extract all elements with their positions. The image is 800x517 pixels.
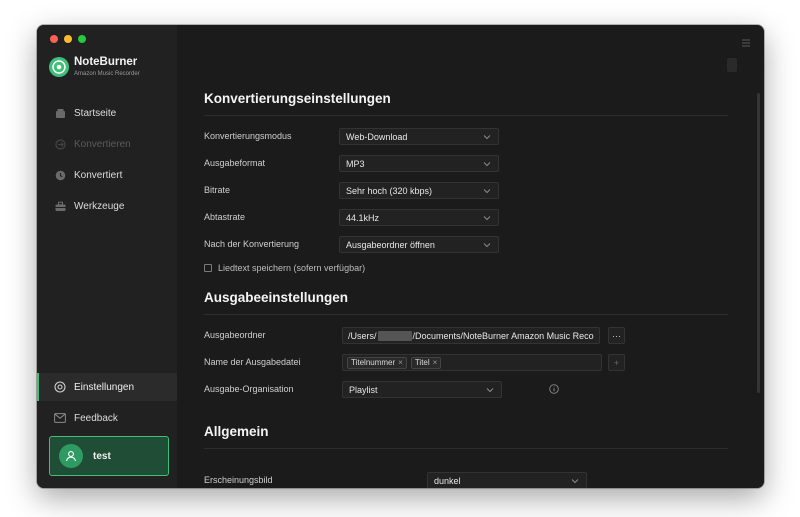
chevron-down-icon — [483, 189, 491, 194]
scrollbar[interactable] — [757, 93, 760, 393]
output-folder-input[interactable]: /Users/ /Documents/NoteBurner Amazon Mus… — [342, 327, 600, 344]
select-value: Ausgabeordner öffnen — [346, 239, 435, 250]
user-icon — [65, 451, 77, 462]
output-organization-select[interactable]: Playlist — [342, 381, 502, 398]
window-controls — [50, 35, 86, 43]
chevron-down-icon — [483, 243, 491, 248]
chevron-down-icon — [486, 388, 494, 393]
output-format-select[interactable]: MP3 — [339, 155, 499, 172]
after-conversion-label: Nach der Konvertierung — [204, 239, 300, 249]
add-tag-button[interactable]: + — [608, 354, 625, 371]
sidebar-item-konvertiert[interactable]: Konvertiert — [37, 161, 177, 189]
after-conversion-select[interactable]: Ausgabeordner öffnen — [339, 236, 499, 253]
output-settings-title: Ausgabeeinstellungen — [204, 290, 349, 305]
home-icon — [53, 106, 67, 120]
general-settings-title: Allgemein — [204, 424, 269, 439]
sidebar-item-label: Werkzeuge — [74, 200, 125, 212]
app-window: NoteBurner Amazon Music Recorder Startse… — [37, 25, 764, 488]
sidebar-item-startseite[interactable]: Startseite — [37, 99, 177, 127]
output-format-label: Ausgabeformat — [204, 158, 266, 168]
chevron-down-icon — [571, 479, 579, 484]
select-value: MP3 — [346, 158, 365, 169]
convert-icon — [53, 137, 67, 151]
gear-icon — [53, 380, 67, 394]
sidebar-item-label: Einstellungen — [74, 381, 135, 393]
output-filename-label: Name der Ausgabedatei — [204, 357, 301, 367]
select-value: dunkel — [434, 475, 461, 486]
path-prefix: /Users/ — [348, 330, 377, 341]
save-lyrics-checkbox[interactable] — [204, 264, 212, 272]
sidebar-item-konvertieren[interactable]: Konvertieren — [37, 130, 177, 158]
remove-tag-icon[interactable]: × — [398, 358, 403, 367]
minimize-window-button[interactable] — [64, 35, 72, 43]
noteburner-logo-icon — [49, 57, 69, 77]
select-value: Web-Download — [346, 131, 408, 142]
select-value: 44.1kHz — [346, 212, 380, 223]
tag-label: Titelnummer — [351, 358, 396, 367]
bitrate-select[interactable]: Sehr hoch (320 kbps) — [339, 182, 499, 199]
output-folder-label: Ausgabeordner — [204, 330, 266, 340]
appearance-select[interactable]: dunkel — [427, 472, 587, 488]
select-value: Playlist — [349, 384, 378, 395]
browse-folder-button[interactable]: ··· — [608, 327, 625, 344]
brand-logo: NoteBurner Amazon Music Recorder — [49, 57, 140, 77]
zoom-window-button[interactable] — [78, 35, 86, 43]
output-filename-tags-input[interactable]: Titelnummer × Titel × — [342, 354, 602, 371]
sidebar-item-label: Konvertiert — [74, 169, 123, 181]
sidebar-item-feedback[interactable]: Feedback — [37, 404, 177, 432]
clock-icon — [53, 168, 67, 182]
avatar — [59, 444, 83, 468]
filename-tag-titelnummer[interactable]: Titelnummer × — [347, 356, 407, 369]
toolbox-icon — [53, 199, 67, 213]
info-icon[interactable] — [549, 384, 559, 394]
mail-icon — [53, 411, 67, 425]
sidebar-item-werkzeuge[interactable]: Werkzeuge — [37, 192, 177, 220]
divider — [204, 115, 728, 116]
output-organization-label: Ausgabe-Organisation — [204, 384, 294, 394]
user-name: test — [93, 450, 111, 462]
tag-label: Titel — [414, 358, 430, 367]
user-account-card[interactable]: test — [49, 436, 169, 476]
settings-panel: Konvertierungseinstellungen Konvertierun… — [177, 25, 764, 488]
chevron-down-icon — [483, 216, 491, 221]
sample-rate-label: Abtastrate — [204, 212, 246, 222]
menu-icon[interactable] — [741, 35, 751, 47]
remove-tag-icon[interactable]: × — [433, 358, 438, 367]
scroll-thumb-indicator — [727, 58, 737, 72]
brand-name: NoteBurner — [74, 56, 138, 69]
sample-rate-select[interactable]: 44.1kHz — [339, 209, 499, 226]
close-window-button[interactable] — [50, 35, 58, 43]
redacted-username — [377, 330, 412, 341]
sidebar-item-einstellungen[interactable]: Einstellungen — [37, 373, 177, 401]
divider — [204, 314, 728, 315]
bitrate-label: Bitrate — [204, 185, 231, 195]
chevron-down-icon — [483, 162, 491, 167]
sidebar-item-label: Startseite — [74, 107, 117, 119]
chevron-down-icon — [483, 135, 491, 140]
path-suffix: /Documents/NoteBurner Amazon Music Reco — [412, 330, 594, 341]
conversion-mode-select[interactable]: Web-Download — [339, 128, 499, 145]
save-lyrics-label: Liedtext speichern (sofern verfügbar) — [218, 263, 366, 273]
filename-tag-titel[interactable]: Titel × — [410, 356, 442, 369]
sidebar-item-label: Feedback — [74, 412, 118, 424]
sidebar-item-label: Konvertieren — [74, 138, 131, 150]
conversion-settings-title: Konvertierungseinstellungen — [204, 91, 391, 106]
divider — [204, 448, 728, 449]
appearance-label: Erscheinungsbild — [204, 475, 273, 485]
brand-subtitle: Amazon Music Recorder — [74, 70, 140, 77]
conversion-mode-label: Konvertierungsmodus — [204, 131, 292, 141]
sidebar: NoteBurner Amazon Music Recorder Startse… — [37, 25, 177, 488]
select-value: Sehr hoch (320 kbps) — [346, 185, 433, 196]
